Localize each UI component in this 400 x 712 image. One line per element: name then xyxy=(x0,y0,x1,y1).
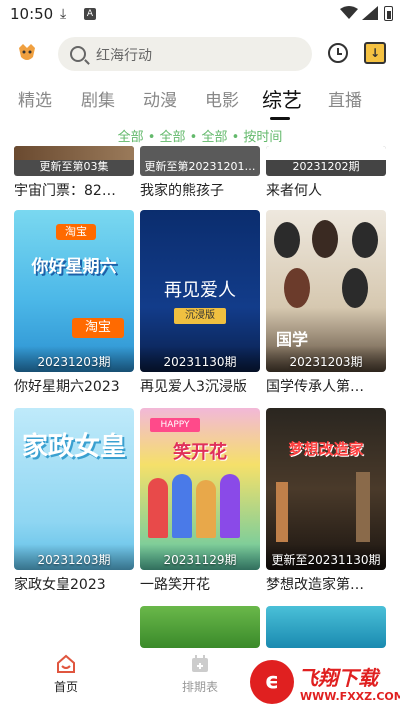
show-card-poster[interactable]: 淘宝 你好星期六 淘宝 20231203期 xyxy=(14,210,134,372)
poster-title-art: 家政女皇 xyxy=(22,432,127,462)
poster-badge: HAPPY xyxy=(150,418,200,432)
history-icon[interactable] xyxy=(328,43,348,63)
poster-badge: 沉浸版 xyxy=(174,308,226,324)
app-header: 红海行动 ↓ xyxy=(0,34,400,76)
watermark-text: 飞翔下载 xyxy=(298,666,378,690)
episode-caption: 20231130期 xyxy=(163,355,237,369)
tab-series[interactable]: 剧集 xyxy=(81,86,115,111)
active-tab-indicator xyxy=(270,117,290,120)
wifi-icon xyxy=(340,6,358,19)
nav-label: 首页 xyxy=(53,680,78,694)
show-card-poster[interactable] xyxy=(266,606,386,648)
card-title[interactable]: 来者何人 xyxy=(266,180,386,200)
show-card-poster[interactable]: 再见爱人 沉浸版 20231130期 xyxy=(140,210,260,372)
tab-anime[interactable]: 动漫 xyxy=(143,86,177,111)
tab-live[interactable]: 直播 xyxy=(328,86,362,111)
signal-icon xyxy=(362,6,378,20)
show-card-poster[interactable] xyxy=(140,606,260,648)
filter-summary[interactable]: 全部 • 全部 • 全部 • 按时间 xyxy=(0,126,400,145)
search-bar[interactable]: 红海行动 xyxy=(58,37,312,71)
tab-featured[interactable]: 精选 xyxy=(18,86,52,111)
download-status-icon: ⤓ xyxy=(60,6,67,22)
episode-caption: 20231129期 xyxy=(163,553,237,567)
tab-variety[interactable]: 综艺 xyxy=(262,84,302,113)
episode-caption: 20231202期 xyxy=(292,160,360,173)
poster-title-art: 梦想改造家 xyxy=(288,440,364,458)
episode-caption: 更新至20231130期 xyxy=(271,553,381,567)
download-icon[interactable]: ↓ xyxy=(364,42,386,64)
episode-caption: 20231203期 xyxy=(37,355,111,369)
episode-caption: 更新至第20231201… xyxy=(144,160,256,173)
card-title[interactable]: 国学传承人第… xyxy=(266,376,386,396)
poster-title-art: 再见爱人 xyxy=(164,280,236,301)
episode-caption: 20231203期 xyxy=(37,553,111,567)
search-icon xyxy=(70,46,86,62)
partial-card-poster[interactable]: 更新至第03集 xyxy=(14,146,134,176)
home-icon xyxy=(57,654,75,673)
partial-card-poster[interactable]: 更新至第20231201… xyxy=(140,146,260,176)
card-title[interactable]: 梦想改造家第… xyxy=(266,574,386,594)
show-card-poster[interactable]: 梦想改造家 更新至20231130期 xyxy=(266,408,386,570)
card-title[interactable]: 宇宙门票：82… xyxy=(14,180,134,200)
nav-home[interactable]: 首页 xyxy=(26,654,106,695)
card-title[interactable]: 我家的熊孩子 xyxy=(140,180,260,200)
show-card-poster[interactable]: HAPPY 笑开花 20231129期 xyxy=(140,408,260,570)
app-logo-icon[interactable] xyxy=(14,42,40,68)
show-card-poster[interactable]: 家政女皇 20231203期 xyxy=(14,408,134,570)
poster-badge: 淘宝 xyxy=(56,224,96,240)
poster-title-art: 你好星期六 xyxy=(31,257,117,277)
search-placeholder: 红海行动 xyxy=(96,48,152,64)
tab-movies[interactable]: 电影 xyxy=(205,86,239,111)
partial-card-poster[interactable]: 20231202期 xyxy=(266,146,386,176)
watermark-url: WWW.FXXZ.COM xyxy=(300,690,400,703)
episode-caption: 更新至第03集 xyxy=(39,160,109,173)
category-tabs: 精选 剧集 动漫 电影 综艺 直播 xyxy=(0,84,400,120)
battery-icon xyxy=(384,6,393,21)
status-bar: 10:50 ⤓ A xyxy=(0,0,400,28)
show-card-poster[interactable]: 国学 20231203期 xyxy=(266,210,386,372)
card-title[interactable]: 再见爱人3沉浸版 xyxy=(140,376,260,396)
card-title[interactable]: 一路笑开花 xyxy=(140,574,260,594)
poster-title-art: 笑开花 xyxy=(173,442,227,463)
nav-schedule[interactable]: 排期表 xyxy=(160,654,240,695)
episode-caption: 20231203期 xyxy=(289,355,363,369)
sponsor-badge: 淘宝 xyxy=(72,318,124,338)
card-title[interactable]: 你好星期六2023 xyxy=(14,376,134,396)
app-notification-icon: A xyxy=(84,8,96,20)
card-title[interactable]: 家政女皇2023 xyxy=(14,574,134,594)
nav-label: 排期表 xyxy=(181,680,218,694)
calendar-icon xyxy=(192,655,208,672)
watermark-logo: ϵ 飞翔下载 WWW.FXXZ.COM xyxy=(250,656,400,710)
status-time: 10:50 xyxy=(10,5,54,23)
